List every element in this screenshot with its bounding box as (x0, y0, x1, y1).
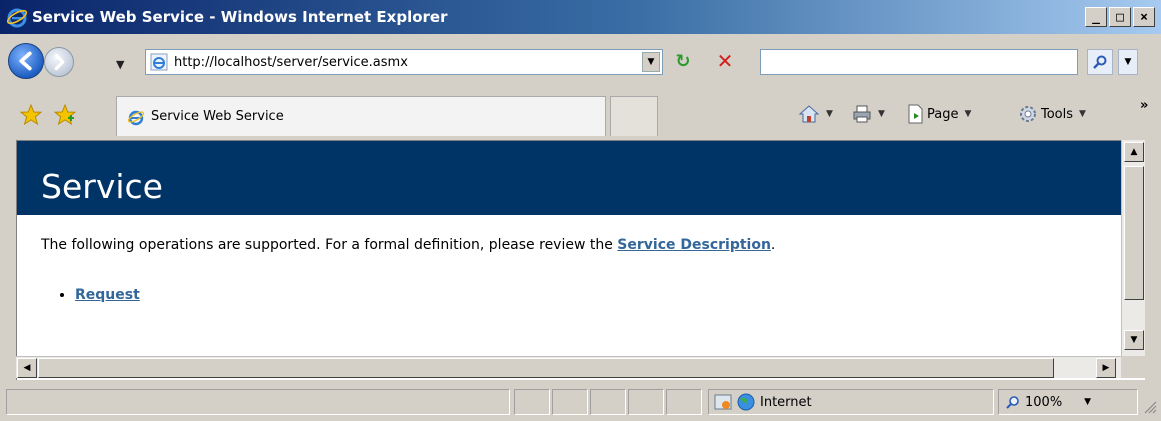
intro-end: . (770, 237, 776, 253)
page-ie-icon (150, 53, 168, 71)
page-menu-label: Page (927, 106, 959, 122)
service-description-link[interactable]: Service Description (617, 237, 771, 253)
ie-logo-icon (6, 8, 28, 28)
status-panel (552, 389, 588, 415)
new-tab-button[interactable] (610, 96, 658, 136)
scroll-up-button[interactable]: ▲ (1124, 142, 1144, 162)
stop-icon[interactable]: ✕ (712, 49, 738, 75)
minimize-button[interactable]: _ (1085, 7, 1107, 27)
window-title: Service Web Service - Windows Internet E… (32, 8, 448, 26)
scrollbar-corner (1121, 356, 1145, 378)
page-menu-button[interactable]: Page ▼ (906, 104, 971, 124)
tools-menu-button[interactable]: Tools ▼ (1018, 104, 1086, 124)
close-button[interactable]: × (1133, 7, 1155, 27)
url-input[interactable] (174, 54, 634, 70)
security-zone[interactable]: Internet (714, 389, 812, 415)
tab-toolbar: Service Web Service ▼ ▼ Page ▼ Tools ▼ » (0, 90, 1161, 140)
tab-service-web-service[interactable]: Service Web Service (116, 96, 606, 136)
intro-text: The following operations are supported. … (41, 237, 618, 253)
vertical-scroll-thumb[interactable] (1124, 166, 1144, 300)
home-dropdown-icon[interactable]: ▼ (826, 109, 833, 119)
protected-mode-icon (714, 394, 732, 410)
page-dropdown-icon: ▼ (964, 109, 972, 119)
resize-grip-icon[interactable] (1141, 398, 1157, 414)
page-header-band: Service (17, 141, 1122, 215)
print-dropdown-icon[interactable]: ▼ (878, 109, 885, 119)
operations-intro: The following operations are supported. … (41, 237, 1101, 253)
zoom-control[interactable]: 100% ▼ (998, 389, 1138, 415)
home-button[interactable]: ▼ (798, 104, 833, 124)
favorites-center-star-icon[interactable] (20, 104, 42, 126)
operation-request-link[interactable]: Request (75, 287, 140, 303)
ie-tab-icon (127, 110, 145, 125)
page-viewport: Service The following operations are sup… (16, 140, 1145, 380)
page-icon (908, 104, 923, 124)
horizontal-scroll-thumb[interactable] (38, 358, 1054, 378)
address-dropdown-button[interactable]: ▼ (642, 52, 660, 72)
horizontal-scrollbar[interactable]: ◀ ▶ (16, 356, 1121, 378)
printer-icon (853, 105, 871, 123)
zoom-level: 100% (1025, 394, 1063, 410)
scroll-left-button[interactable]: ◀ (17, 358, 37, 378)
home-icon (798, 105, 820, 123)
print-button[interactable]: ▼ (852, 104, 885, 124)
status-text-panel (6, 389, 510, 415)
address-bar[interactable]: ▼ (145, 49, 663, 75)
page-title: Service (41, 167, 163, 206)
toolbar-overflow-chevron[interactable]: » (1140, 98, 1148, 113)
search-options-dropdown[interactable]: ▼ (1118, 49, 1138, 75)
window-controls: _ □ × (1085, 7, 1155, 27)
search-input[interactable] (761, 50, 1077, 74)
scroll-down-button[interactable]: ▼ (1124, 330, 1144, 350)
add-favorites-star-icon[interactable] (54, 104, 76, 126)
status-bar: Internet 100% ▼ (0, 384, 1161, 421)
refresh-icon[interactable]: ↻ (670, 49, 696, 75)
internet-globe-icon (737, 393, 755, 411)
list-item: Request (75, 287, 140, 303)
tools-menu-label: Tools (1041, 106, 1074, 122)
forward-button[interactable] (44, 47, 74, 77)
back-button[interactable] (8, 43, 44, 79)
zoom-magnifier-icon (1006, 396, 1019, 409)
gear-icon (1020, 106, 1036, 122)
status-panel (514, 389, 550, 415)
status-panel (628, 389, 664, 415)
vertical-scrollbar[interactable]: ▲ ▼ (1121, 140, 1145, 378)
maximize-button[interactable]: □ (1109, 7, 1131, 27)
status-panel (590, 389, 626, 415)
magnifier-icon (1093, 55, 1107, 69)
forward-arrow-icon (54, 53, 65, 71)
search-box[interactable] (760, 49, 1078, 75)
zoom-dropdown-icon[interactable]: ▼ (1084, 397, 1091, 407)
status-panel (666, 389, 702, 415)
title-bar: Service Web Service - Windows Internet E… (0, 0, 1161, 34)
back-arrow-icon (19, 51, 32, 71)
recent-pages-dropdown-icon[interactable]: ▼ (116, 58, 124, 71)
zone-label: Internet (760, 394, 812, 410)
search-button[interactable] (1087, 49, 1113, 75)
scroll-right-button[interactable]: ▶ (1096, 358, 1116, 378)
tab-label: Service Web Service (151, 109, 284, 124)
operations-list: Request (75, 287, 140, 303)
tools-dropdown-icon: ▼ (1079, 109, 1086, 119)
address-toolbar: ▼ ▼ ↻ ✕ ▼ (0, 34, 1161, 90)
